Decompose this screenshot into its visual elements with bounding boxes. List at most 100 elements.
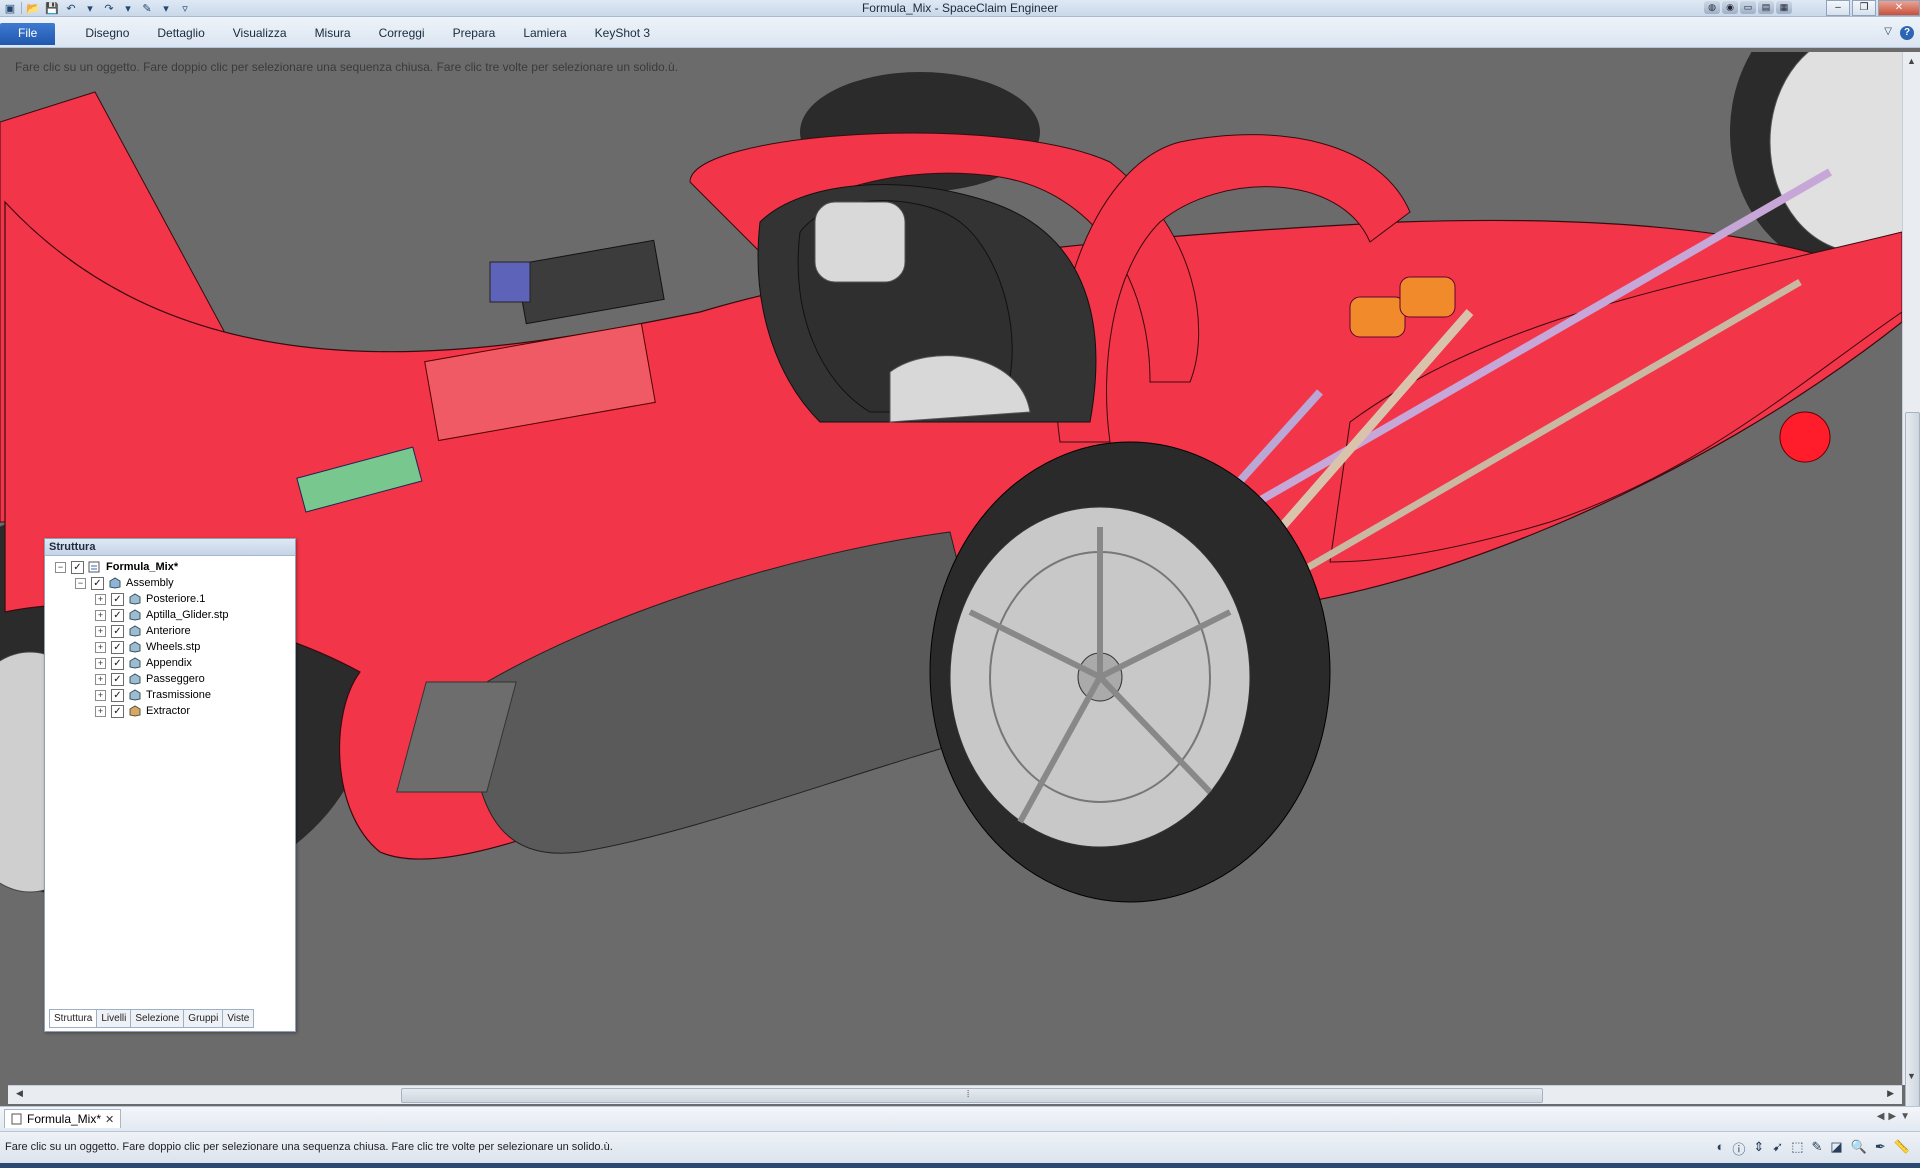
eye-icon[interactable]: ◉ <box>1722 1 1738 14</box>
visibility-checkbox[interactable]: ✓ <box>111 592 124 606</box>
expand-icon[interactable]: + <box>95 705 106 717</box>
visibility-checkbox[interactable]: ✓ <box>71 560 84 574</box>
spring-2 <box>1399 276 1456 318</box>
close-button[interactable]: ✕ <box>1878 0 1920 16</box>
tree-label-component: Appendix <box>146 657 192 669</box>
component-icon <box>129 641 141 653</box>
document-icon <box>11 1113 22 1125</box>
tab-lamiera[interactable]: Lamiera <box>513 23 576 45</box>
tab-livelli[interactable]: Livelli <box>96 1009 132 1028</box>
expand-icon[interactable]: + <box>95 673 106 685</box>
expand-icon[interactable]: + <box>95 657 106 669</box>
pen-icon[interactable]: ✒ <box>1875 1139 1886 1158</box>
spring-1 <box>1349 296 1406 338</box>
visibility-checkbox[interactable]: ✓ <box>111 704 124 718</box>
component-icon <box>129 593 141 605</box>
document-tab[interactable]: Formula_Mix* ✕ <box>4 1109 122 1128</box>
vertical-scrollbar[interactable]: ▲ ▼ <box>1902 52 1920 1114</box>
visibility-checkbox[interactable]: ✓ <box>111 640 124 654</box>
window-cascade-icon[interactable]: ▤ <box>1758 1 1774 14</box>
select-cursor-icon[interactable]: ➹ <box>1772 1139 1783 1158</box>
tab-correggi[interactable]: Correggi <box>369 23 435 45</box>
tree-node-component[interactable]: + ✓ Posteriore.1 <box>45 591 295 607</box>
ribbon-tabs: File Disegno Dettaglio Visualizza Misura… <box>0 23 668 45</box>
window-controls: – ❐ ✕ <box>1826 0 1920 16</box>
tree-node-root[interactable]: − ✓ Formula_Mix* <box>45 559 295 575</box>
zoom-icon[interactable]: 🔍 <box>1851 1139 1867 1158</box>
visibility-checkbox[interactable]: ✓ <box>111 656 124 670</box>
expand-icon[interactable]: + <box>95 609 106 621</box>
horizontal-scroll-thumb[interactable]: ⦙ <box>401 1088 1543 1103</box>
structure-panel: Struttura − ✓ Formula_Mix* − ✓ Assembly … <box>44 538 296 1032</box>
tree-node-component[interactable]: + ✓ Extractor <box>45 703 295 719</box>
tree-node-component[interactable]: + ✓ Trasmissione <box>45 687 295 703</box>
scroll-up-arrow-icon[interactable]: ▲ <box>1907 56 1916 66</box>
collapse-icon[interactable]: − <box>55 561 66 573</box>
tab-navigation-icons[interactable]: ◀▶▼ <box>1877 1111 1914 1122</box>
horizontal-scrollbar[interactable]: ◀ ⦙ ▶ <box>8 1085 1902 1104</box>
tree-label-root: Formula_Mix* <box>106 561 179 573</box>
tab-selezione[interactable]: Selezione <box>130 1009 185 1028</box>
expand-icon[interactable]: + <box>95 593 106 605</box>
scroll-down-arrow-icon[interactable]: ▼ <box>1907 1071 1916 1081</box>
tab-prepara[interactable]: Prepara <box>443 23 506 45</box>
scroll-right-arrow-icon[interactable]: ▶ <box>1887 1088 1894 1099</box>
tab-dettaglio[interactable]: Dettaglio <box>147 23 214 45</box>
assembly-icon <box>109 577 121 589</box>
tab-misura[interactable]: Misura <box>305 23 361 45</box>
headrest <box>814 201 906 283</box>
tab-struttura[interactable]: Struttura <box>49 1009 98 1028</box>
component-icon <box>129 625 141 637</box>
close-tab-icon[interactable]: ✕ <box>105 1113 114 1126</box>
sphere-icon[interactable]: ◍ <box>1704 1 1720 14</box>
ribbon-minimize-icon[interactable]: ▽ <box>1884 26 1892 37</box>
expand-icon[interactable]: + <box>95 641 106 653</box>
section-mode-icon[interactable]: ◪ <box>1830 1139 1842 1158</box>
tab-viste[interactable]: Viste <box>222 1009 255 1028</box>
ruler-icon[interactable]: 📏 <box>1894 1139 1910 1158</box>
render-mode-icon[interactable]: ◐ <box>1717 1139 1725 1158</box>
window-tile-icon[interactable]: ▭ <box>1740 1 1756 14</box>
vertical-scroll-thumb[interactable] <box>1905 412 1920 1114</box>
sketch-mode-icon[interactable]: ✎ <box>1812 1139 1823 1158</box>
tree-label-component: Posteriore.1 <box>146 593 206 605</box>
visibility-checkbox[interactable]: ✓ <box>111 624 124 638</box>
scroll-mode-icon[interactable]: ⇕ <box>1753 1139 1764 1158</box>
nose-cone <box>1779 411 1831 463</box>
tab-gruppi[interactable]: Gruppi <box>183 1009 224 1028</box>
visibility-checkbox[interactable]: ✓ <box>111 672 124 686</box>
tab-file[interactable]: File <box>0 23 56 45</box>
tree-node-component[interactable]: + ✓ Anteriore <box>45 623 295 639</box>
tree-node-component[interactable]: + ✓ Aptilla_Glider.stp <box>45 607 295 623</box>
status-tools: ◐ ⓘ ⇕ ➹ ⬚ ✎ ◪ 🔍 ✒ 📏 <box>1717 1139 1910 1158</box>
tree-node-component[interactable]: + ✓ Passeggero <box>45 671 295 687</box>
document-icon <box>88 561 100 573</box>
expand-icon[interactable]: + <box>95 625 106 637</box>
minimize-button[interactable]: – <box>1826 0 1850 16</box>
tab-keyshot[interactable]: KeyShot 3 <box>585 23 660 45</box>
expand-icon[interactable]: + <box>95 689 106 701</box>
tree-node-component[interactable]: + ✓ Appendix <box>45 655 295 671</box>
structure-tree: − ✓ Formula_Mix* − ✓ Assembly + ✓ Poster… <box>45 556 295 719</box>
visibility-checkbox[interactable]: ✓ <box>91 576 104 590</box>
restore-button[interactable]: ❐ <box>1852 0 1876 16</box>
tab-visualizza[interactable]: Visualizza <box>223 23 297 45</box>
tree-node-assembly[interactable]: − ✓ Assembly <box>45 575 295 591</box>
window-list-icon[interactable]: ▦ <box>1776 1 1792 14</box>
engine-block <box>515 239 665 325</box>
document-tab-label: Formula_Mix* <box>27 1112 102 1126</box>
scroll-left-arrow-icon[interactable]: ◀ <box>16 1088 23 1099</box>
window-title: Formula_Mix - SpaceClaim Engineer <box>861 1 1059 15</box>
tree-label-component: Wheels.stp <box>146 641 201 653</box>
tree-node-component[interactable]: + ✓ Wheels.stp <box>45 639 295 655</box>
help-icon[interactable]: ? <box>1900 26 1914 40</box>
collapse-icon[interactable]: − <box>75 577 86 589</box>
tab-disegno[interactable]: Disegno <box>75 23 139 45</box>
visibility-checkbox[interactable]: ✓ <box>111 688 124 702</box>
box-select-icon[interactable]: ⬚ <box>1791 1139 1803 1158</box>
info-icon[interactable]: ⓘ <box>1732 1139 1745 1158</box>
structure-panel-tabs: Struttura Livelli Selezione Gruppi Viste <box>49 1009 255 1028</box>
visibility-checkbox[interactable]: ✓ <box>111 608 124 622</box>
extractor-component-icon <box>129 705 141 717</box>
scroll-grip-icon: ⦙ <box>967 1089 970 1100</box>
